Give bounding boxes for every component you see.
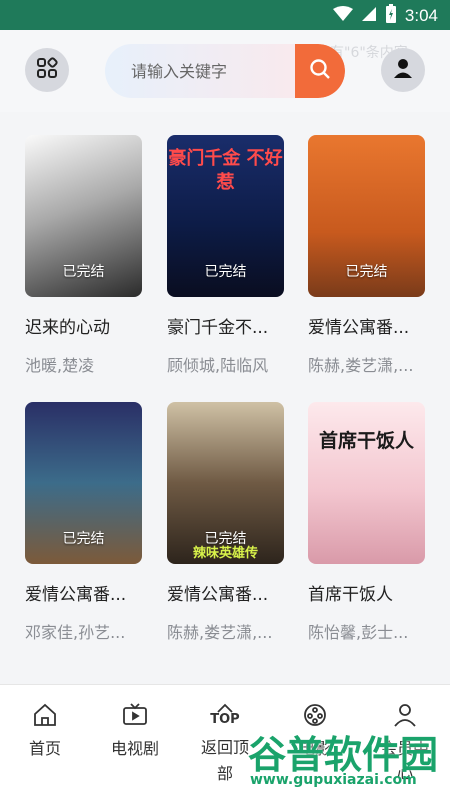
watermark-url: www.gupuxiazai.com: [250, 772, 417, 788]
drama-cast: 顾倾城,陆临风: [167, 356, 269, 375]
tv-icon: [90, 701, 180, 729]
status-tag: 已完结: [204, 531, 247, 547]
nav-home-label: 首页: [28, 739, 61, 758]
drama-title: 爱情公寓番...: [167, 585, 269, 605]
drama-poster[interactable]: 已完结: [308, 135, 425, 297]
status-tag: 已完结: [345, 264, 388, 280]
watermark-logo-text: 谷普软件园: [248, 733, 439, 777]
drama-card[interactable]: 豪门千金 不好惹 已完结 豪门千金不... 顾倾城,陆临风: [167, 135, 284, 376]
status-tag: 已完结: [204, 264, 247, 280]
drama-poster[interactable]: 辣味英雄传 已完结: [167, 402, 284, 564]
drama-cast: 陈怡馨,彭士...: [308, 623, 409, 642]
poster-title-art: 首席干饭人: [318, 430, 414, 452]
nav-home[interactable]: 首页: [0, 701, 90, 759]
user-avatar-button[interactable]: [381, 48, 425, 92]
drama-card[interactable]: 已完结 爱情公寓番... 邓家佳,孙艺...: [25, 402, 142, 643]
battery-icon: [385, 4, 397, 28]
signal-icon: [361, 6, 377, 26]
nav-tv[interactable]: 电视剧: [90, 701, 180, 759]
drama-card[interactable]: 辣味英雄传 已完结 爱情公寓番... 陈赫,娄艺潇,...: [167, 402, 284, 643]
drama-card[interactable]: 已完结 迟来的心动 池暖,楚凌: [25, 135, 142, 376]
grid-icon: [35, 56, 59, 84]
drama-cast: 池暖,楚凌: [25, 356, 95, 375]
poster-title-art: 豪门千金 不好惹: [168, 148, 283, 193]
nav-back-top-label: 返回顶部: [200, 738, 249, 783]
watermark: 谷普软件园 www.gupuxiazai.com: [248, 724, 450, 800]
home-icon: [0, 701, 90, 729]
drama-card[interactable]: 已完结 爱情公寓番... 陈赫,娄艺潇,...: [308, 135, 425, 376]
status-time: 3:04: [404, 6, 438, 25]
drama-title: 首席干饭人: [308, 585, 393, 605]
wifi-icon: [332, 6, 353, 26]
drama-title: 迟来的心动: [25, 318, 110, 338]
search-input[interactable]: [105, 44, 295, 98]
nav-tv-label: 电视剧: [110, 739, 159, 758]
user-icon: [392, 57, 414, 83]
search-box: [105, 44, 345, 98]
top-icon-text: TOP: [210, 712, 240, 727]
drama-card[interactable]: 首席干饭人 首席干饭人 陈怡馨,彭士...: [308, 402, 425, 643]
drama-cast: 邓家佳,孙艺...: [25, 623, 126, 642]
drama-poster[interactable]: 已完结: [25, 135, 142, 297]
category-grid-button[interactable]: [25, 48, 69, 92]
drama-cast: 陈赫,娄艺潇,...: [167, 623, 273, 642]
status-tag: 已完结: [62, 264, 105, 280]
drama-poster[interactable]: 已完结: [25, 402, 142, 564]
drama-title: 爱情公寓番...: [25, 585, 127, 605]
drama-title: 豪门千金不...: [167, 318, 269, 338]
status-bar: 3:04: [0, 0, 450, 30]
drama-cast: 陈赫,娄艺潇,...: [308, 356, 414, 375]
status-tag: 已完结: [62, 531, 105, 547]
search-icon: [308, 57, 332, 85]
drama-poster[interactable]: 豪门千金 不好惹 已完结: [167, 135, 284, 297]
drama-poster[interactable]: 首席干饭人: [308, 402, 425, 564]
drama-title: 爱情公寓番...: [308, 318, 410, 338]
